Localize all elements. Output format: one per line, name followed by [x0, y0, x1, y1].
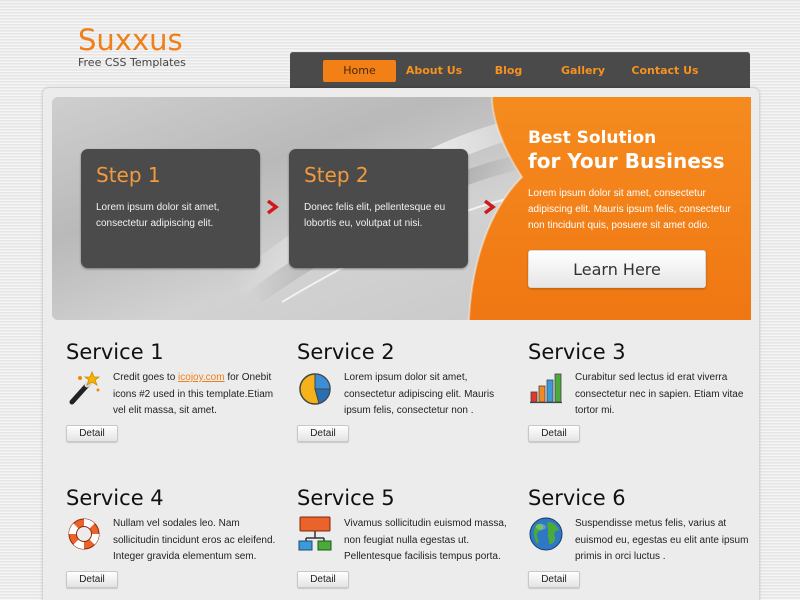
service-title: Service 4	[66, 486, 164, 510]
magic-wand-icon	[69, 370, 101, 405]
bar-chart-icon	[530, 373, 562, 404]
step-1-card: Step 1 Lorem ipsum dolor sit amet, conse…	[81, 149, 260, 268]
service-text: Nullam vel sodales leo. Nam sollicitudin…	[113, 518, 276, 562]
service-text: Credit goes to icojoy.com for Onebit ico…	[113, 370, 288, 420]
detail-button[interactable]: Detail	[66, 425, 118, 442]
step-1-title: Step 1	[96, 163, 161, 187]
banner-heading-2: for Your Business	[528, 149, 725, 173]
service-text: Suspendisse metus felis, varius at euism…	[575, 518, 749, 562]
globe-icon	[529, 517, 563, 551]
service-4: Service 4 Nullam vel sodales leo. Nam so…	[66, 486, 286, 600]
chevron-right-icon	[483, 199, 496, 215]
service-3: Service 3 Curabitur sed lectus id erat v…	[528, 340, 748, 460]
detail-button[interactable]: Detail	[297, 571, 349, 588]
nav-blog[interactable]: Blog	[486, 60, 531, 82]
step-1-text: Lorem ipsum dolor sit amet, consectetur …	[96, 202, 220, 229]
icojoy-link[interactable]: icojoy.com	[178, 372, 225, 383]
sitemap-icon	[298, 516, 332, 551]
main-nav: Home About Us Blog Gallery Contact Us	[290, 52, 750, 89]
banner-description: Lorem ipsum dolor sit amet, consectetur …	[528, 188, 731, 231]
detail-button[interactable]: Detail	[528, 425, 580, 442]
site-title[interactable]: Suxxus	[78, 24, 186, 56]
service-5: Service 5 Vivamus sollicitudin euismod m…	[297, 486, 517, 600]
pie-chart-icon	[299, 373, 331, 405]
service-title: Service 2	[297, 340, 395, 364]
nav-contact-us[interactable]: Contact Us	[624, 60, 706, 82]
step-2-card: Step 2 Donec felis elit, pellentesque eu…	[289, 149, 468, 268]
site-logo[interactable]: Suxxus Free CSS Templates	[78, 24, 186, 70]
service-2: Service 2 Lorem ipsum dolor sit amet, co…	[297, 340, 517, 460]
service-6: Service 6 Suspendisse metus felis, variu…	[528, 486, 748, 600]
banner-heading-1: Best Solution	[528, 128, 657, 148]
nav-about-us[interactable]: About Us	[400, 60, 468, 82]
site-tagline: Free CSS Templates	[78, 56, 186, 69]
service-text: Lorem ipsum dolor sit amet, consectetur …	[344, 372, 495, 416]
service-1: Service 1 Credit goes to icojoy.com for …	[66, 340, 286, 460]
service-text-part: Credit goes to	[113, 372, 179, 383]
service-text: Curabitur sed lectus id erat viverra con…	[575, 372, 744, 416]
service-title: Service 5	[297, 486, 395, 510]
service-title: Service 6	[528, 486, 626, 510]
lifebuoy-icon	[68, 518, 100, 550]
step-2-title: Step 2	[304, 163, 369, 187]
learn-here-button[interactable]: Learn Here	[528, 250, 706, 288]
detail-button[interactable]: Detail	[297, 425, 349, 442]
nav-home[interactable]: Home	[323, 60, 396, 82]
detail-button[interactable]: Detail	[66, 571, 118, 588]
service-title: Service 3	[528, 340, 626, 364]
step-2-text: Donec felis elit, pellentesque eu lobort…	[304, 202, 446, 229]
chevron-right-icon	[266, 199, 279, 215]
service-text: Vivamus sollicitudin euismod massa, non …	[344, 518, 507, 562]
detail-button[interactable]: Detail	[528, 571, 580, 588]
service-title: Service 1	[66, 340, 164, 364]
nav-gallery[interactable]: Gallery	[556, 60, 610, 82]
